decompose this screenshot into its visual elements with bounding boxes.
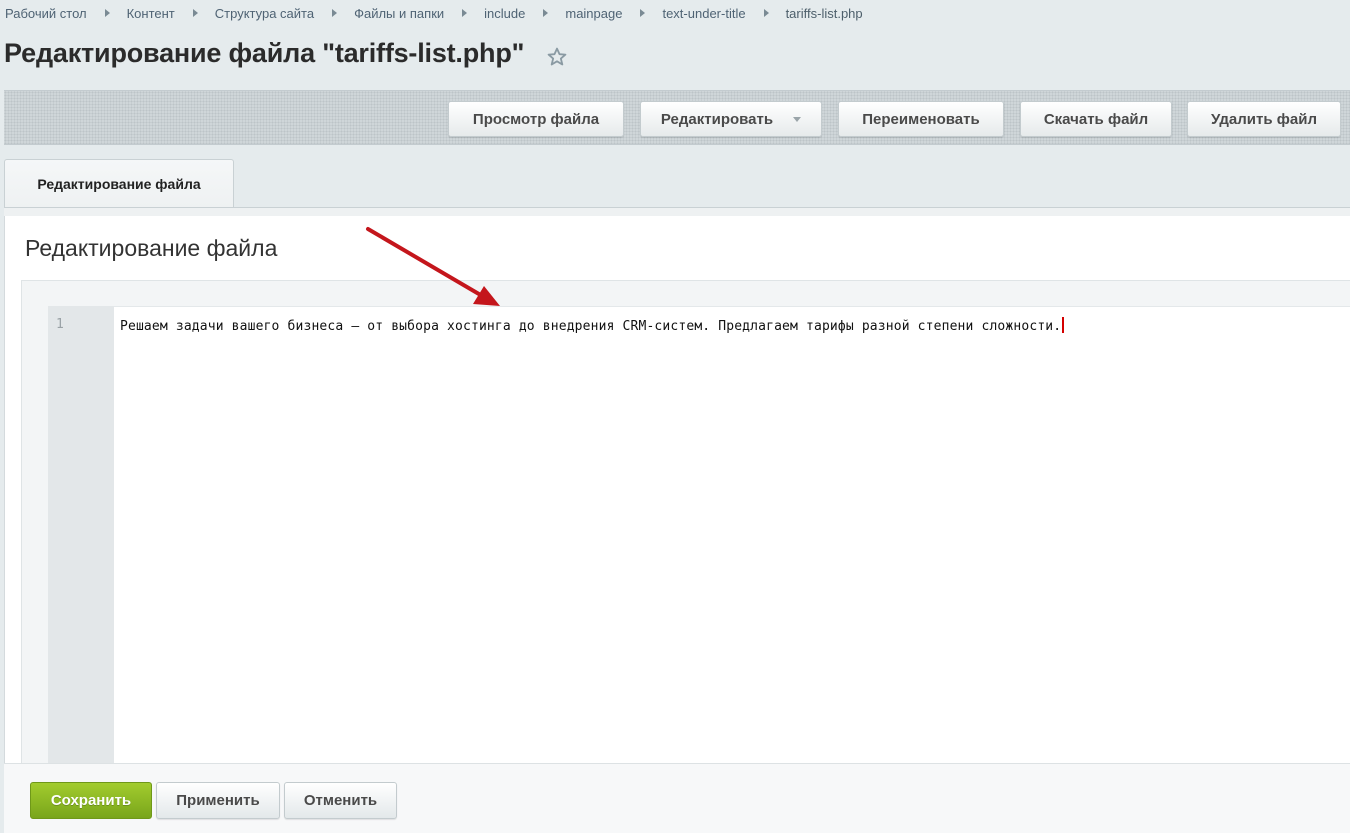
download-file-label: Скачать файл	[1043, 110, 1149, 128]
chevron-down-icon	[793, 116, 802, 122]
view-file-label: Просмотр файла	[472, 110, 600, 128]
code-editor: 1 Решаем задачи вашего бизнеса — от выбо…	[21, 280, 1350, 767]
save-label: Сохранить	[50, 792, 132, 809]
breadcrumb-include[interactable]: include	[484, 6, 525, 21]
tab-edit-file[interactable]: Редактирование файла	[4, 159, 234, 208]
edit-panel: Редактирование файла 1 Решаем задачи ваш…	[4, 216, 1350, 767]
file-toolbar: Просмотр файла Редактировать Переименова…	[4, 90, 1350, 145]
cancel-button[interactable]: Отменить	[284, 782, 397, 819]
save-button[interactable]: Сохранить	[30, 782, 152, 819]
breadcrumb: Рабочий стол Контент Структура сайта Фай…	[5, 4, 863, 22]
form-footer: Сохранить Применить Отменить	[4, 763, 1350, 833]
breadcrumb-separator-icon	[543, 9, 549, 17]
page-title: Редактирование файла "tariffs-list.php"	[4, 38, 525, 68]
code-textarea[interactable]: Решаем задачи вашего бизнеса — от выбора…	[114, 306, 1350, 767]
breadcrumb-separator-icon	[104, 9, 110, 17]
breadcrumb-current-file: tariffs-list.php	[785, 5, 863, 21]
code-line-text: Решаем задачи вашего бизнеса — от выбора…	[120, 319, 1062, 334]
view-file-button[interactable]: Просмотр файла	[448, 101, 624, 137]
breadcrumb-site-structure[interactable]: Структура сайта	[215, 6, 314, 21]
breadcrumb-files-and-folders[interactable]: Файлы и папки	[354, 6, 444, 21]
breadcrumb-separator-icon	[763, 9, 769, 17]
cancel-label: Отменить	[303, 792, 378, 809]
breadcrumb-separator-icon	[332, 9, 338, 17]
download-file-button[interactable]: Скачать файл	[1020, 101, 1172, 137]
edit-dropdown-button[interactable]: Редактировать	[640, 101, 822, 137]
star-outline-icon[interactable]	[546, 46, 568, 68]
tab-label: Редактирование файла	[37, 176, 201, 192]
code-line[interactable]: Решаем задачи вашего бизнеса — от выбора…	[120, 317, 1065, 334]
apply-button[interactable]: Применить	[156, 782, 280, 819]
breadcrumb-mainpage[interactable]: mainpage	[565, 6, 622, 21]
delete-file-label: Удалить файл	[1211, 110, 1317, 128]
section-title: Редактирование файла	[25, 235, 278, 261]
line-number: 1	[56, 317, 64, 332]
breadcrumb-separator-icon	[640, 9, 646, 17]
title-row: Редактирование файла "tariffs-list.php"	[4, 38, 568, 69]
breadcrumb-content[interactable]: Контент	[127, 6, 175, 21]
edit-label: Редактировать	[660, 110, 774, 128]
delete-file-button[interactable]: Удалить файл	[1187, 101, 1341, 137]
breadcrumb-text-under-title[interactable]: text-under-title	[662, 6, 745, 21]
breadcrumb-separator-icon	[192, 9, 198, 17]
rename-label: Переименовать	[862, 110, 980, 128]
breadcrumb-separator-icon	[462, 9, 468, 17]
breadcrumb-desktop[interactable]: Рабочий стол	[5, 6, 87, 21]
line-gutter: 1	[48, 306, 114, 767]
rename-button[interactable]: Переименовать	[838, 101, 1004, 137]
text-cursor	[1062, 317, 1065, 333]
apply-label: Применить	[176, 792, 260, 809]
